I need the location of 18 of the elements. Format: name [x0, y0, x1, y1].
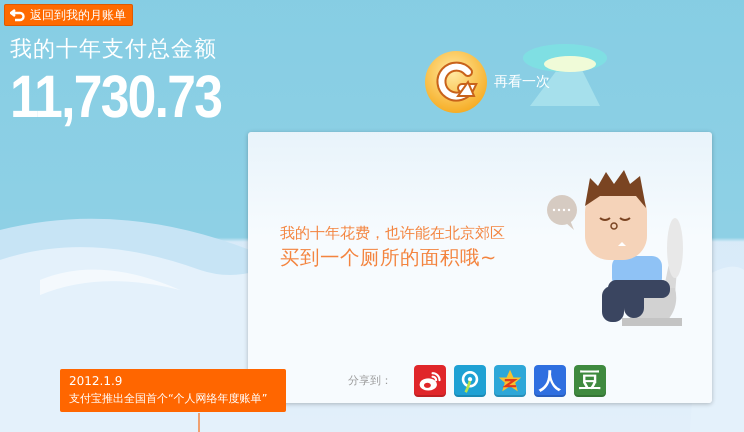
back-button[interactable]: 返回到我的月账单 — [4, 4, 133, 26]
renren-share-button[interactable]: 人 — [534, 364, 566, 396]
timeline-event: 支付宝推出全国首个“个人网络年度账单” — [69, 391, 268, 407]
star-icon — [497, 368, 523, 394]
total-title: 我的十年支付总金额 — [10, 36, 218, 64]
qzone-share-button[interactable] — [494, 364, 526, 396]
weibo-share-button[interactable] — [414, 364, 446, 396]
back-arrow-icon — [10, 8, 26, 22]
message-line: 我的十年花费，也许能在北京郊区 — [280, 223, 506, 244]
total-amount: 11,730.73 — [10, 64, 222, 130]
share-label: 分享到： — [348, 373, 392, 388]
glyph-icon: 豆 — [579, 366, 601, 396]
timeline-date: 2012.1.9 — [69, 373, 124, 390]
message-headline: 买到一个厕所的面积哦~ — [280, 245, 498, 271]
glyph-icon: 人 — [539, 366, 561, 396]
circle-share-button[interactable] — [454, 364, 486, 396]
replay-icon — [424, 50, 488, 114]
douban-share-button[interactable]: 豆 — [574, 364, 606, 396]
